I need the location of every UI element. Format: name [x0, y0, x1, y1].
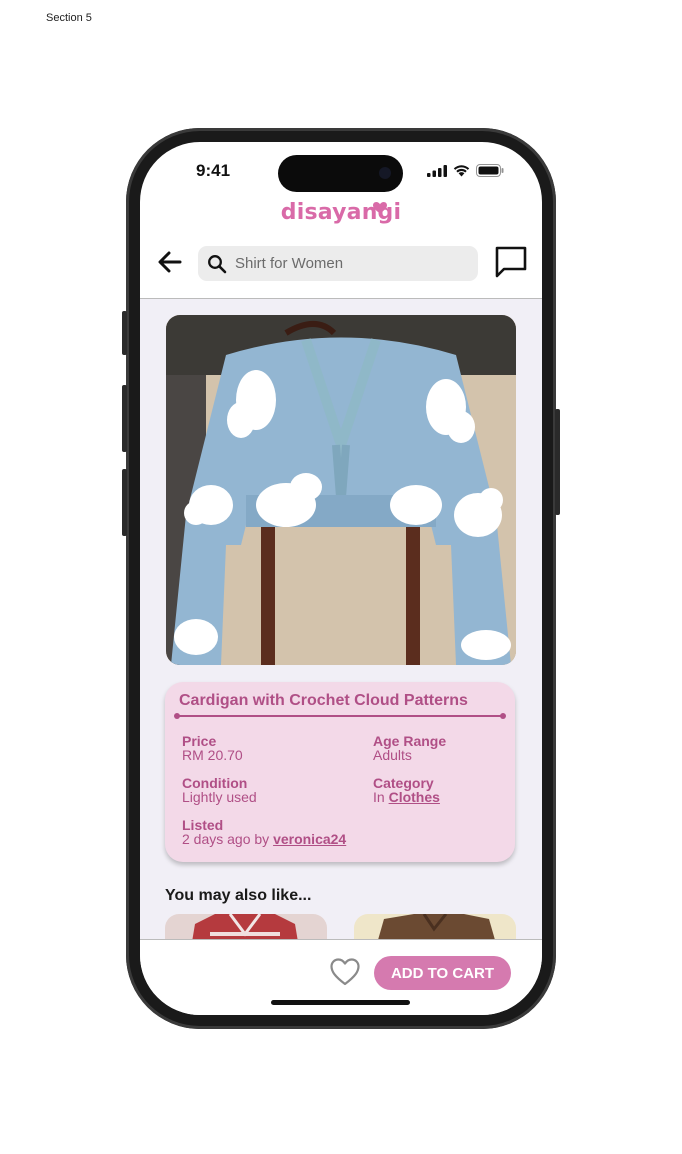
- listed-label: Listed: [182, 817, 224, 833]
- chat-bubble-icon[interactable]: [493, 244, 529, 280]
- battery-icon: [476, 164, 504, 177]
- action-button: [122, 311, 127, 355]
- price-field: Price RM 20.70: [182, 734, 243, 762]
- listed-value: 2 days ago by veronica24: [182, 832, 346, 846]
- recommendations-heading: You may also like...: [165, 887, 312, 904]
- category-field: Category In Clothes: [373, 776, 440, 804]
- top-navigation: [140, 242, 542, 299]
- age-range-field: Age Range Adults: [373, 734, 446, 762]
- status-icons: [427, 164, 504, 177]
- title-divider: [174, 713, 506, 719]
- search-bar[interactable]: [198, 246, 478, 281]
- dynamic-island: [278, 155, 403, 192]
- volume-up-button: [122, 385, 127, 452]
- camera-dot: [379, 167, 391, 179]
- product-scroll-area[interactable]: Cardigan with Crochet Cloud Patterns Pri…: [140, 299, 542, 939]
- cellular-signal-icon: [427, 164, 447, 177]
- home-indicator: [271, 1000, 410, 1005]
- category-link[interactable]: Clothes: [389, 789, 440, 805]
- cardigan-photo: [166, 315, 516, 665]
- add-to-cart-button[interactable]: ADD TO CART: [374, 956, 511, 990]
- condition-label: Condition: [182, 775, 248, 791]
- recommendation-thumbnail: [354, 914, 516, 939]
- category-value: In Clothes: [373, 790, 440, 804]
- age-range-label: Age Range: [373, 733, 447, 749]
- recommendation-card[interactable]: [354, 914, 516, 939]
- heart-outline-icon[interactable]: [329, 957, 361, 987]
- product-title: Cardigan with Crochet Cloud Patterns: [179, 692, 468, 709]
- product-image[interactable]: [166, 315, 516, 665]
- condition-field: Condition Lightly used: [182, 776, 257, 804]
- price-value: RM 20.70: [182, 747, 243, 763]
- category-prefix: In: [373, 789, 385, 805]
- listed-prefix: 2 days ago by: [182, 831, 270, 847]
- seller-link[interactable]: veronica24: [273, 831, 346, 847]
- search-input[interactable]: [233, 254, 467, 273]
- wifi-icon: [453, 165, 470, 177]
- recommendation-card[interactable]: [165, 914, 327, 939]
- price-label: Price: [182, 733, 217, 749]
- condition-value: Lightly used: [182, 789, 257, 805]
- section-label: Section 5: [46, 12, 92, 24]
- phone-screen: 9:41 disayangi Shirt for Women Cardigan …: [140, 142, 542, 1015]
- phone-frame: 9:41 disayangi Shirt for Women Cardigan …: [122, 128, 560, 1029]
- category-label: Category: [373, 775, 434, 791]
- logo-heart-icon: [373, 202, 387, 214]
- recommendation-thumbnail: [165, 914, 327, 939]
- status-time: 9:41: [196, 161, 231, 180]
- search-icon: [208, 254, 227, 273]
- product-details-card: Cardigan with Crochet Cloud Patterns Pri…: [165, 682, 515, 862]
- power-button: [555, 409, 560, 515]
- volume-down-button: [122, 469, 127, 536]
- bottom-action-bar: ADD TO CART: [140, 939, 542, 1015]
- listed-field: Listed 2 days ago by veronica24: [182, 818, 346, 846]
- arrow-left-icon[interactable]: [156, 248, 184, 276]
- status-bar: 9:41: [140, 142, 542, 198]
- age-range-value: Adults: [373, 747, 412, 763]
- brand-logo: disayangi: [280, 200, 402, 225]
